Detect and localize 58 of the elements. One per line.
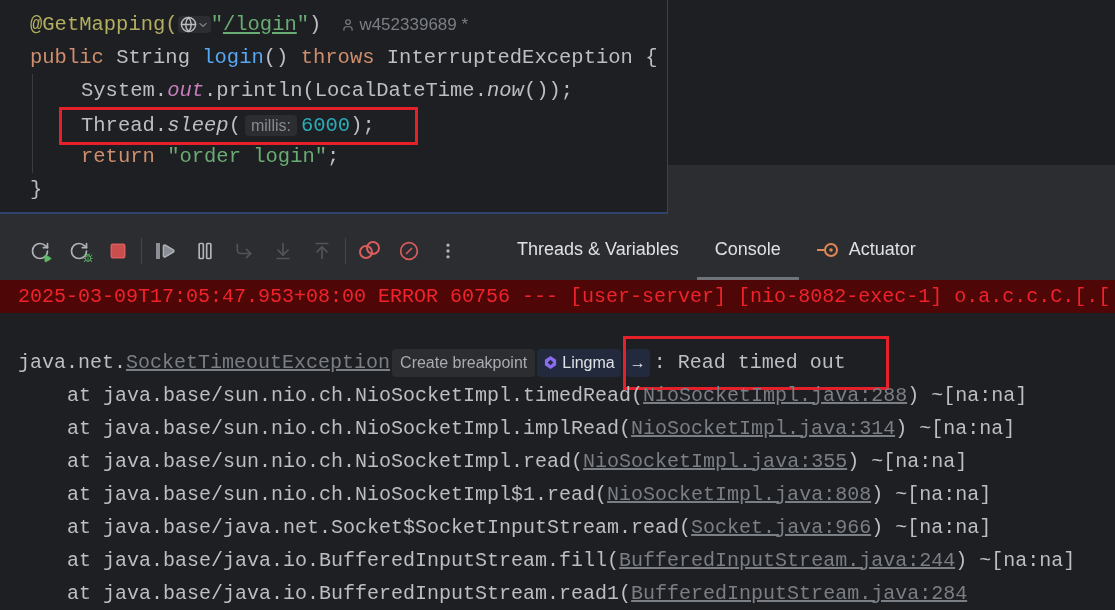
console-text: : Read timed out xyxy=(653,349,846,376)
exception-link[interactable]: SocketTimeoutException xyxy=(126,347,391,378)
stack-frame-text: ) ~[na:na] xyxy=(895,415,1016,442)
code-token[interactable]: /login xyxy=(222,13,297,36)
code-token: sleep xyxy=(167,114,229,137)
code-token: public xyxy=(30,46,105,69)
code-token: ( xyxy=(228,114,241,137)
stack-frame-text: ) ~[na:na] xyxy=(871,481,992,508)
parameter-hint: millis: xyxy=(244,115,297,136)
code-token: " xyxy=(210,13,223,36)
globe-dropdown-icon[interactable] xyxy=(177,16,211,34)
code-token: out xyxy=(167,79,205,102)
code-token: " xyxy=(296,13,310,36)
source-link[interactable]: NioSocketImpl.java:355 xyxy=(583,446,848,477)
stack-frame-text: at java.base/sun.nio.ch.NioSocketImpl.timedRead( xyxy=(67,382,644,409)
code-token: throws xyxy=(300,46,376,69)
lingma-icon xyxy=(543,355,559,370)
code-token: return xyxy=(81,145,156,168)
source-link[interactable]: BufferedInputStream.java:284 xyxy=(631,578,968,609)
panel-tab[interactable]: Threads & Variables xyxy=(499,222,697,280)
code-token: Thread. xyxy=(81,114,168,137)
user-icon xyxy=(341,17,356,32)
source-link[interactable]: NioSocketImpl.java:314 xyxy=(631,413,896,444)
code-token: String xyxy=(116,46,191,69)
code-token: () xyxy=(263,46,290,69)
code-token: .println(LocalDateTime. xyxy=(204,79,487,102)
stack-frame-text: at java.base/sun.nio.ch.NioSocketImpl.read( xyxy=(67,448,584,475)
code-token: System. xyxy=(81,79,168,102)
stack-frame-text: ) ~[na:na] xyxy=(871,514,992,541)
console-text: java.net. xyxy=(18,349,127,376)
stack-frame-text: at java.base/java.io.BufferedInputStream.read1( xyxy=(67,580,632,607)
stack-frame-text: ) ~[na:na] xyxy=(907,382,1028,409)
code-token: ); xyxy=(350,114,375,137)
code-token: } xyxy=(30,178,43,201)
author-hint: w452339689 * xyxy=(359,14,469,37)
stack-frame-text: ) ~[na:na] xyxy=(955,547,1076,574)
stack-frame-text: at java.base/java.net.Socket$SocketInputStream.read( xyxy=(67,514,692,541)
source-link[interactable]: NioSocketImpl.java:288 xyxy=(643,380,908,411)
source-link[interactable]: BufferedInputStream.java:244 xyxy=(619,545,956,576)
arrow-button[interactable]: → xyxy=(625,348,650,377)
code-token: 6000 xyxy=(300,114,351,137)
stack-frame-text: at java.base/sun.nio.ch.NioSocketImpl.implRead( xyxy=(67,415,632,442)
create-breakpoint-tooltip[interactable]: Create breakpoint xyxy=(392,348,536,377)
stack-frame-text: at java.base/sun.nio.ch.NioSocketImpl$1.read( xyxy=(67,481,608,508)
source-link[interactable]: NioSocketImpl.java:808 xyxy=(607,479,872,510)
lingma-button[interactable]: Lingma xyxy=(537,348,621,377)
source-link[interactable]: Socket.java:966 xyxy=(691,512,872,543)
code-token: now xyxy=(487,79,524,102)
actuator-icon xyxy=(816,240,841,259)
code-token: InterruptedException { xyxy=(386,46,658,69)
code-token: @GetMapping( xyxy=(30,13,178,36)
stack-frame-text: at java.base/java.io.BufferedInputStream.fill( xyxy=(67,547,620,574)
code-token: ; xyxy=(327,145,340,168)
code-token: ) xyxy=(309,13,322,36)
stack-frame-text: ) ~[na:na] xyxy=(847,448,968,475)
code-token: "order login" xyxy=(167,145,328,168)
code-token: login xyxy=(202,46,264,69)
panel-tab[interactable]: Actuator xyxy=(798,222,934,280)
